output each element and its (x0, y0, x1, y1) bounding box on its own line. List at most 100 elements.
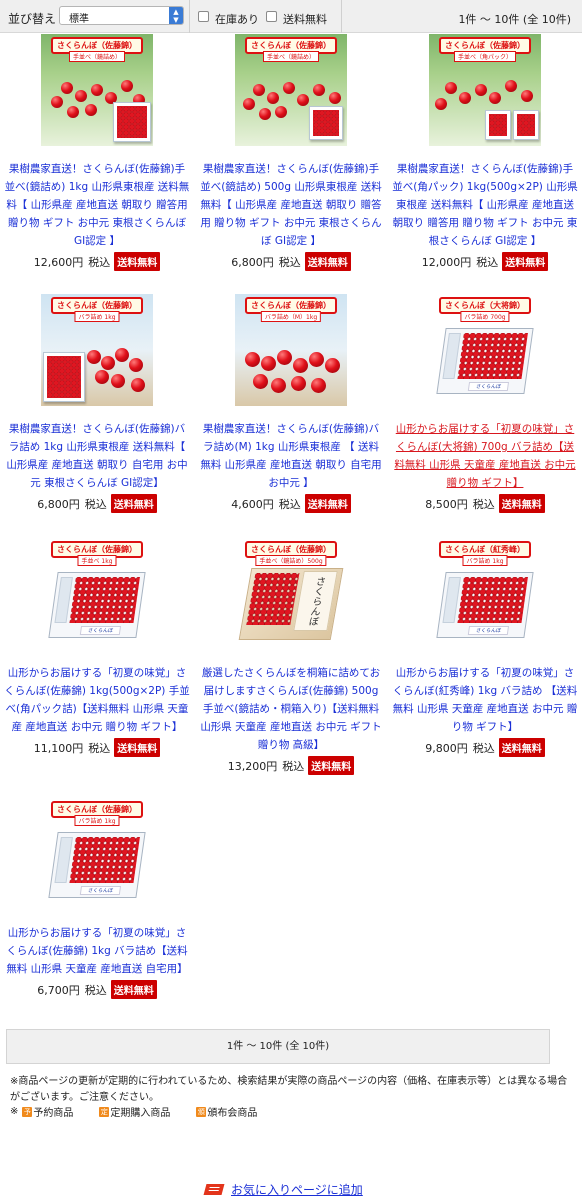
subscription-icon: 定 (99, 1106, 110, 1117)
product-card: さくらんぼ さくらんぼ（紅秀峰） バラ詰め 1kg 山形からお届けする「初夏の味… (388, 538, 582, 757)
price: 8,500円 (425, 498, 468, 511)
product-card: さくらんぼ さくらんぼ（大将錦） バラ詰め 700g 山形からお届けする「初夏の… (388, 294, 582, 513)
tax-label: 税込 (278, 498, 301, 511)
product-sign-sub: 手並べ（鏡詰め） (262, 51, 320, 62)
product-name-link[interactable]: 果樹農家直送！さくらんぼ(佐藤錦)バラ詰め(M) 1kg 山形県東根産 【 送料… (194, 420, 388, 492)
sort-select[interactable]: 標準 ▲ ▼ (59, 6, 184, 25)
sort-filter-bar: 並び替え 標準 ▲ ▼ 在庫あり 送料無料 1件 〜 10件 (全 10件) (0, 0, 582, 33)
product-image[interactable]: さくらんぼ さくらんぼ（紅秀峰） バラ詰め 1kg (429, 538, 541, 650)
product-image[interactable]: さくらんぼ（佐藤錦） 手並べ（鏡詰め） (41, 34, 153, 146)
price-line: 6,800円 税込 送料無料 (194, 252, 388, 271)
add-to-favorites-link[interactable]: お気に入りページに追加 (231, 1181, 363, 1197)
price-line: 13,200円 税込 送料無料 (194, 756, 388, 775)
tax-label: 税込 (88, 256, 111, 269)
instock-label: 在庫あり (215, 13, 259, 26)
free-shipping-badge: 送料無料 (114, 252, 161, 271)
tax-label: 税込 (88, 742, 111, 755)
price-line: 4,600円 税込 送料無料 (194, 494, 388, 513)
product-image[interactable]: さくらんぼ（佐藤錦） 手並べ（角パック） (429, 34, 541, 146)
product-name-link[interactable]: 山形からお届けする「初夏の味覚」さくらんぼ(佐藤錦) 1kg(500g×2P) … (0, 664, 194, 736)
pagination-bar: 1件 〜 10件 (全 10件) (6, 1029, 550, 1064)
product-name-link[interactable]: 厳選したさくらんぼを桐箱に詰めてお届けしますさくらんぼ(佐藤錦) 500g 手並… (194, 664, 388, 754)
product-sign-sub: バラ詰め 1kg (74, 311, 120, 322)
product-image[interactable]: さくらんぼ さくらんぼ（佐藤錦） 手並べ（鏡詰め）500g (235, 538, 347, 650)
product-card: さくらんぼ（佐藤錦） 手並べ（鏡詰め） 果樹農家直送！さくらんぼ(佐藤錦)手並べ… (194, 34, 388, 271)
legend-distribution-label: 頒布会商品 (207, 1108, 258, 1119)
favorite-icon (203, 1184, 225, 1195)
free-shipping-badge: 送料無料 (110, 494, 157, 513)
product-sign-sub: 手並べ（鏡詰め） (68, 51, 126, 62)
product-name-link[interactable]: 果樹農家直送！さくらんぼ(佐藤錦)手並べ(鏡詰め) 1kg 山形県東根産 送料無… (0, 160, 194, 250)
product-name-link[interactable]: 山形からお届けする「初夏の味覚」さくらんぼ(佐藤錦) 1kg バラ詰め【送料無料… (0, 924, 194, 978)
instock-checkbox[interactable] (198, 11, 209, 22)
product-card: さくらんぼ（佐藤錦） バラ詰め 1kg 果樹農家直送！さくらんぼ(佐藤錦)バラ詰… (0, 294, 194, 513)
product-name-link[interactable]: 果樹農家直送！さくらんぼ(佐藤錦)バラ詰め 1kg 山形県東根産 送料無料【 山… (0, 420, 194, 492)
price-line: 6,800円 税込 送料無料 (0, 494, 194, 513)
free-shipping-badge: 送料無料 (114, 738, 161, 757)
product-card: さくらんぼ さくらんぼ（佐藤錦） 手並べ 1kg 山形からお届けする「初夏の味覚… (0, 538, 194, 757)
tax-label: 税込 (278, 256, 301, 269)
distribution-icon: 頒 (196, 1106, 207, 1117)
product-image[interactable]: さくらんぼ（佐藤錦） バラ詰め（M）1kg (235, 294, 347, 406)
price-line: 11,100円 税込 送料無料 (0, 738, 194, 757)
price: 12,600円 (33, 256, 84, 269)
price-line: 6,700円 税込 送料無料 (0, 980, 194, 999)
free-shipping-badge: 送料無料 (110, 980, 157, 999)
tax-label: 税込 (472, 742, 495, 755)
product-image[interactable]: さくらんぼ さくらんぼ（大将錦） バラ詰め 700g (429, 294, 541, 406)
product-sign-sub: バラ詰め（M）1kg (260, 311, 322, 322)
product-name-link[interactable]: 山形からお届けする「初夏の味覚」さくらんぼ(紅秀峰) 1kg バラ詰め 【送料無… (388, 664, 582, 736)
price-line: 8,500円 税込 送料無料 (388, 494, 582, 513)
product-image[interactable]: さくらんぼ（佐藤錦） 手並べ（鏡詰め） (235, 34, 347, 146)
search-note: ※商品ページの更新が定期的に行われているため、検索結果が実際の商品ページの内容（… (10, 1076, 568, 1103)
product-sign-sub: 手並べ（角パック） (453, 51, 517, 62)
tax-label: 税込 (84, 498, 107, 511)
reservation-icon: 予 (22, 1106, 33, 1117)
product-image[interactable]: さくらんぼ（佐藤錦） バラ詰め 1kg (41, 294, 153, 406)
product-image[interactable]: さくらんぼ さくらんぼ（佐藤錦） 手並べ 1kg (41, 538, 153, 650)
free-shipping-badge: 送料無料 (308, 756, 355, 775)
price: 9,800円 (425, 742, 468, 755)
product-card: さくらんぼ（佐藤錦） 手並べ（鏡詰め） 果樹農家直送！さくらんぼ(佐藤錦)手並べ… (0, 34, 194, 271)
result-count: 1件 〜 10件 (全 10件) (458, 13, 571, 26)
product-sign-sub: バラ詰め 1kg (462, 555, 508, 566)
product-name-link[interactable]: 果樹農家直送！さくらんぼ(佐藤錦)手並べ(角パック) 1kg(500g×2P) … (388, 160, 582, 250)
product-card: さくらんぼ（佐藤錦） 手並べ（角パック） 果樹農家直送！さくらんぼ(佐藤錦)手並… (388, 34, 582, 271)
product-sign-sub: 手並べ 1kg (77, 555, 117, 566)
tax-label: 税込 (472, 498, 495, 511)
price-line: 12,600円 税込 送料無料 (0, 252, 194, 271)
price: 4,600円 (231, 498, 274, 511)
product-name-link[interactable]: 果樹農家直送！さくらんぼ(佐藤錦)手並べ(鏡詰め) 500g 山形県東根産 送料… (194, 160, 388, 250)
product-sign-sub: 手並べ（鏡詰め）500g (255, 555, 327, 566)
select-arrows-icon: ▲ ▼ (169, 7, 183, 24)
product-card: さくらんぼ さくらんぼ（佐藤錦） 手並べ（鏡詰め）500g 厳選したさくらんぼを… (194, 538, 388, 775)
price: 6,700円 (37, 984, 80, 997)
divider (189, 0, 190, 33)
product-image[interactable]: さくらんぼ さくらんぼ（佐藤錦） バラ詰め 1kg (41, 798, 153, 910)
product-card: さくらんぼ（佐藤錦） バラ詰め（M）1kg 果樹農家直送！さくらんぼ(佐藤錦)バ… (194, 294, 388, 513)
product-card: さくらんぼ さくらんぼ（佐藤錦） バラ詰め 1kg 山形からお届けする「初夏の味… (0, 798, 194, 999)
free-shipping-badge: 送料無料 (304, 252, 351, 271)
legend-prefix: ※ (10, 1106, 19, 1117)
legend-subscription-label: 定期購入商品 (110, 1108, 171, 1119)
free-shipping-badge: 送料無料 (502, 252, 549, 271)
price: 12,000円 (421, 256, 472, 269)
freeship-checkbox[interactable] (266, 11, 277, 22)
product-sign-sub: バラ詰め 1kg (74, 815, 120, 826)
product-name-link[interactable]: 山形からお届けする「初夏の味覚」さくらんぼ(大将錦) 700g バラ詰め【送料無… (388, 420, 582, 492)
legend-reservation-label: 予約商品 (33, 1108, 74, 1119)
product-sign-sub: バラ詰め 700g (460, 311, 510, 322)
free-shipping-badge: 送料無料 (498, 494, 545, 513)
sort-label: 並び替え (8, 12, 57, 26)
tax-label: 税込 (282, 760, 305, 773)
free-shipping-badge: 送料無料 (498, 738, 545, 757)
divider (341, 0, 342, 33)
tax-label: 税込 (84, 984, 107, 997)
sort-select-value: 標準 (69, 14, 89, 25)
price-line: 12,000円 税込 送料無料 (388, 252, 582, 271)
price-line: 9,800円 税込 送料無料 (388, 738, 582, 757)
free-shipping-badge: 送料無料 (304, 494, 351, 513)
icon-legend: ※ 予 予約商品 定 定期購入商品 頒 頒布会商品 (10, 1104, 257, 1119)
price: 6,800円 (37, 498, 80, 511)
price: 13,200円 (227, 760, 278, 773)
